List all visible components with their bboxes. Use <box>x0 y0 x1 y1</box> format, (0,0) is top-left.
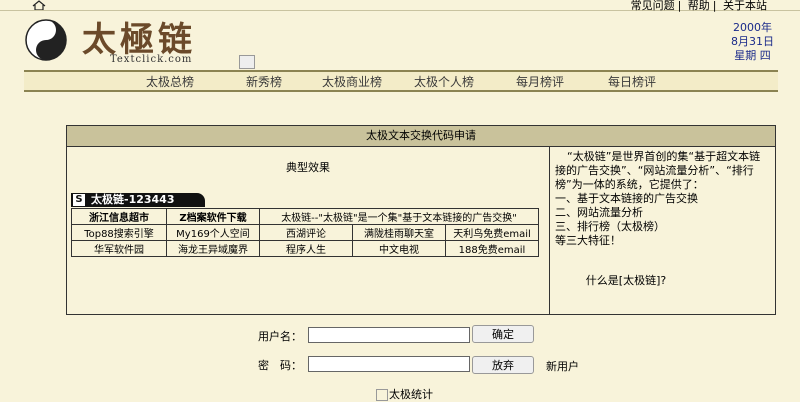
s-logo-icon: S <box>73 194 85 206</box>
table-cell[interactable]: 华军软件园 <box>71 240 167 257</box>
panel-title: 太极文本交换代码申请 <box>67 126 775 147</box>
cancel-button[interactable]: 放弃 <box>472 356 534 374</box>
username-label: 用户名： <box>258 330 302 343</box>
date-year: 2000年 <box>733 21 772 34</box>
table-cell[interactable]: 浙江信息超市 <box>71 208 167 225</box>
username-input[interactable] <box>308 327 470 343</box>
table-cell[interactable]: 太极链--"太极链"是一个集"基于文本链接的广告交换" <box>259 208 539 225</box>
link-help[interactable]: 帮助 <box>688 0 710 12</box>
home-icon[interactable] <box>32 0 46 10</box>
description-text: “太极链”是世界首创的集“基于超文本链接的广告交换”、“网站流量分析”、“排行榜… <box>555 150 761 191</box>
table-cell[interactable]: 188免费email <box>445 240 539 257</box>
link-about[interactable]: 关于本站 <box>723 0 767 12</box>
taiji-icon <box>25 19 67 61</box>
description-item: 二、网站流量分析 <box>555 206 643 219</box>
date-weekday: 星期 四 <box>734 49 771 62</box>
description-cell: “太极链”是世界首创的集“基于超文本链接的广告交换”、“网站流量分析”、“排行榜… <box>555 150 769 248</box>
link-faq[interactable]: 常见问题 <box>631 0 675 12</box>
site-logo[interactable]: 太極链 Textclick.com <box>24 16 254 66</box>
what-is-taiji-link[interactable]: 什么是[太极链]? <box>546 272 706 288</box>
new-user-link[interactable]: 新用户 <box>546 358 579 374</box>
password-input[interactable] <box>308 356 470 372</box>
logo-subtitle: Textclick.com <box>110 54 193 65</box>
table-cell[interactable]: 程序人生 <box>259 240 353 257</box>
nav-newcomer-rank[interactable]: 新秀榜 <box>246 73 282 90</box>
table-cell[interactable]: Z档案软件下载 <box>166 208 260 225</box>
main-nav: 太极总榜 新秀榜 太极商业榜 太极个人榜 每月榜评 每日榜评 <box>24 70 778 92</box>
table-cell[interactable]: Top88搜索引擎 <box>71 224 167 241</box>
nav-monthly-review[interactable]: 每月榜评 <box>516 73 564 90</box>
stat-alt-text: 太极统计 <box>389 388 433 401</box>
nav-personal-rank[interactable]: 太极个人榜 <box>414 73 474 90</box>
nav-daily-review[interactable]: 每日榜评 <box>608 73 656 90</box>
effect-cell: 典型效果 S 太极链-123443 浙江信息超市 Z档案软件下载 太极链--"太极… <box>67 147 550 314</box>
broken-image-icon <box>239 55 255 69</box>
description-item: 三、排行榜（太极榜） <box>555 220 665 233</box>
table-cell[interactable]: 西湖评论 <box>259 224 353 241</box>
password-label: 密 码： <box>258 359 302 372</box>
link-table: 浙江信息超市 Z档案软件下载 太极链--"太极链"是一个集"基于文本链接的广告交… <box>71 208 539 257</box>
table-row: Top88搜索引擎 My169个人空间 西湖评论 满陇桂雨聊天室 天利鸟免费em… <box>71 224 539 241</box>
date-display: 2000年 8月31日 星期 四 <box>731 21 774 63</box>
description-item: 等三大特征！ <box>555 234 621 247</box>
taiji-tab[interactable]: S 太极链-123443 <box>71 193 205 207</box>
table-cell[interactable]: My169个人空间 <box>166 224 260 241</box>
top-links: 常见问题 | 帮助 | 关于本站 <box>630 0 767 12</box>
table-cell[interactable]: 天利鸟免费email <box>445 224 539 241</box>
table-cell[interactable]: 海龙王异域魔界 <box>166 240 260 257</box>
tab-label: 太极链-123443 <box>91 193 175 206</box>
table-row: 浙江信息超市 Z档案软件下载 太极链--"太极链"是一个集"基于文本链接的广告交… <box>71 208 539 225</box>
effect-title: 典型效果 <box>286 161 330 174</box>
table-row: 华军软件园 海龙王异域魔界 程序人生 中文电视 188免费email <box>71 240 539 257</box>
ok-button[interactable]: 确定 <box>472 325 534 343</box>
broken-image-icon <box>376 389 388 401</box>
description-item: 一、基于文本链接的广告交换 <box>555 192 698 205</box>
date-day: 8月31日 <box>731 35 774 48</box>
nav-business-rank[interactable]: 太极商业榜 <box>322 73 382 90</box>
table-cell[interactable]: 中文电视 <box>352 240 446 257</box>
table-cell[interactable]: 满陇桂雨聊天室 <box>352 224 446 241</box>
nav-total-rank[interactable]: 太极总榜 <box>146 73 194 90</box>
